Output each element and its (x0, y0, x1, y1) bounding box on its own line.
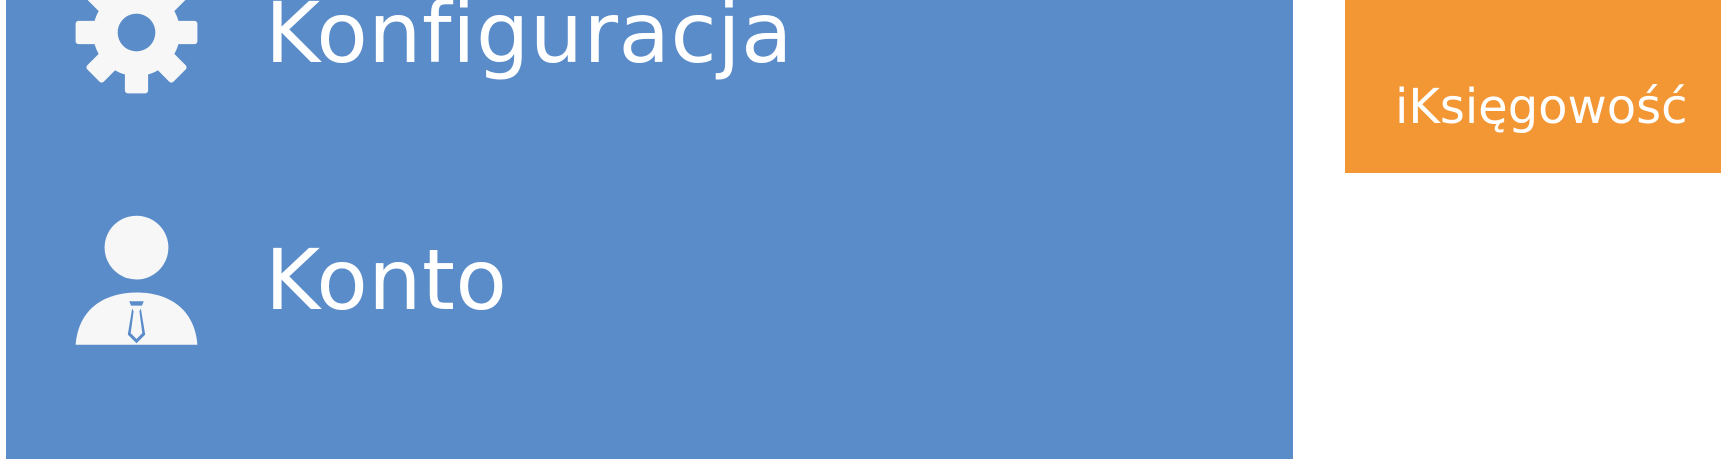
bottom-divider (0, 459, 1721, 463)
screen: Konfiguracja Konto iKsięgowość (0, 0, 1721, 463)
sidebar-menu: Konfiguracja Konto (6, 0, 1293, 463)
sidebar-item-label: Konfiguracja (265, 0, 794, 82)
user-icon (64, 207, 209, 352)
sidebar-item-label: Konto (265, 230, 508, 329)
tile-label: iKsięgowość (1395, 79, 1688, 135)
gear-icon (64, 0, 209, 105)
sidebar-item-konto[interactable]: Konto (64, 207, 507, 352)
sidebar-item-konfiguracja[interactable]: Konfiguracja (64, 0, 793, 105)
iksiegowosc-tile[interactable]: iKsięgowość (1345, 0, 1721, 173)
